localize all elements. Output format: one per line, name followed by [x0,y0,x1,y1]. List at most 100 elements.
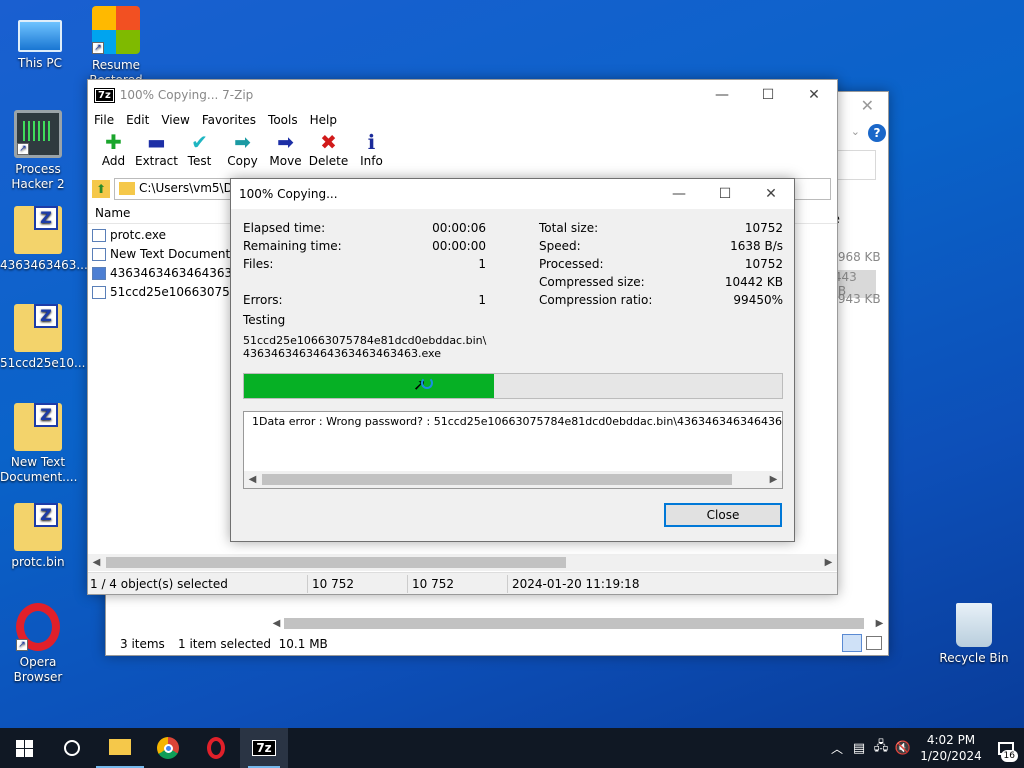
search-button[interactable] [48,728,96,768]
clock-time: 4:02 PM [926,733,976,747]
details-view-icon[interactable] [842,634,862,652]
stat-errors: Errors: 1 [243,291,486,309]
desktop-icon-new-text-doc[interactable]: Z New Text Document.... [0,403,77,485]
taskbar-opera[interactable] [192,728,240,768]
scroll-left-icon[interactable]: ◀ [268,615,285,632]
horizontal-scrollbar[interactable]: ◀ ▶ [88,554,837,571]
copy-button[interactable]: ➡ Copy [221,130,264,176]
stat-label: Compression ratio: [539,293,653,307]
left-stats: Elapsed time: 00:00:06 Remaining time: 00:… [243,219,486,309]
notifications-button[interactable]: 16 [988,728,1024,768]
move-arrow-icon: ➡ [277,130,294,154]
menu-favorites[interactable]: Favorites [202,113,256,127]
file-icon [92,286,106,299]
close-dialog-button[interactable]: Close [664,503,782,527]
dialog-title: 100% Copying... [239,187,338,201]
taskbar-chrome[interactable] [144,728,192,768]
check-icon: ✔ [191,130,208,154]
add-button[interactable]: ✚ Add [92,130,135,176]
scroll-right-icon[interactable]: ▶ [871,615,888,632]
chevron-down-icon[interactable]: ⌄ [851,125,860,138]
help-icon[interactable]: ? [868,124,886,142]
desktop-icon-recycle-bin[interactable]: Recycle Bin [936,603,1012,666]
minimize-button[interactable]: — [699,80,745,110]
horizontal-scrollbar[interactable]: ◀ ▶ [268,615,888,632]
taskbar-file-explorer[interactable] [96,728,144,768]
stat-label: Remaining time: [243,239,342,253]
close-button[interactable]: ✕ [791,80,837,110]
delete-x-icon: ✖ [320,130,337,154]
info-button[interactable]: ℹ Info [350,130,393,176]
dialog-titlebar[interactable]: 100% Copying... — ☐ ✕ [231,179,794,209]
scroll-right-icon[interactable]: ▶ [820,554,837,571]
keyboard-icon[interactable]: ▤ [848,741,870,756]
7zip-app-icon: 7z [252,740,276,756]
menu-file[interactable]: File [94,113,114,127]
current-path-line2: 4363463463464363463463463.exe [243,347,441,360]
menu-help[interactable]: Help [310,113,337,127]
desktop-icon-zip-1[interactable]: Z 4363463463... [0,206,88,273]
large-icons-view-icon[interactable] [866,636,882,650]
delete-button[interactable]: ✖ Delete [307,130,350,176]
desktop-icon-label: This PC [18,56,62,70]
close-button[interactable]: ✕ [748,179,794,209]
desktop-icon-protc-bin[interactable]: Z protc.bin [0,503,76,570]
desktop-icon-opera[interactable]: ↗ Opera Browser [0,603,76,685]
close-icon[interactable]: ✕ [861,96,874,115]
operation-label: Testing [243,313,286,327]
status-date: 2024-01-20 11:19:18 [512,576,640,591]
stat-label: Processed: [539,257,604,271]
chevron-up-icon[interactable]: ︿ [826,740,848,757]
scroll-thumb[interactable] [106,557,566,568]
stat-label: Total size: [539,221,599,235]
copy-progress-dialog[interactable]: 100% Copying... — ☐ ✕ Elapsed time: 00:00… [230,178,795,542]
up-folder-icon[interactable]: ⬆ [92,180,110,198]
test-button[interactable]: ✔ Test [178,130,221,176]
desktop-icon-label: 4363463463... [0,258,88,272]
start-button[interactable] [0,728,48,768]
menu-view[interactable]: View [161,113,189,127]
search-icon [64,740,80,756]
info-icon: ℹ [367,130,376,154]
maximize-button[interactable]: ☐ [702,179,748,209]
window-titlebar[interactable]: 7z 100% Copying... 7-Zip — ☐ ✕ [88,80,837,110]
info-button-label: Info [360,154,383,168]
network-icon[interactable]: 🖧 [870,737,892,759]
scroll-left-icon[interactable]: ◀ [88,554,105,571]
scroll-thumb[interactable] [284,618,864,629]
taskbar-7zip[interactable]: 7z [240,728,288,768]
error-message-list[interactable]: 1 Data error : Wrong password? : 51ccd25… [243,411,783,489]
horizontal-scrollbar[interactable]: ◀ ▶ [244,471,782,488]
maximize-button[interactable]: ☐ [745,80,791,110]
minimize-button[interactable]: — [656,179,702,209]
windows-logo-icon [15,739,33,757]
desktop-icon-this-pc[interactable]: This PC [2,10,78,71]
plus-icon: ✚ [105,130,122,154]
copy-arrow-icon: ➡ [234,130,251,154]
shield-app-icon: ↗ [92,6,140,54]
folder-icon [119,182,135,195]
taskbar: 7z ︿ ▤ 🖧 🔇 4:02 PM 1/20/2024 16 [0,728,1024,768]
search-box[interactable] [836,150,876,180]
volume-muted-icon[interactable]: 🔇 [892,741,914,756]
desktop-icon-process-hacker[interactable]: ↗ Process Hacker 2 [0,110,76,192]
error-text: Data error : Wrong password? : 51ccd25e1… [259,415,782,428]
scroll-right-icon[interactable]: ▶ [765,471,782,488]
desktop-icon-zip-2[interactable]: Z 51ccd25e10... [0,304,85,371]
system-tray: ︿ ▤ 🖧 🔇 4:02 PM 1/20/2024 16 [826,728,1024,768]
move-button[interactable]: ➡ Move [264,130,307,176]
desktop-icon-resume-restored[interactable]: ↗ Resume Restored [78,6,154,84]
extract-button[interactable]: ▬ Extract [135,130,178,176]
scroll-thumb[interactable] [262,474,732,485]
notification-count-badge: 16 [1000,750,1018,762]
stat-value: 00:00:00 [432,239,486,253]
status-packed-size: 10 752 [408,574,508,593]
scroll-left-icon[interactable]: ◀ [244,471,261,488]
clock[interactable]: 4:02 PM 1/20/2024 [914,732,988,764]
stat-label: Files: [243,257,274,271]
menu-edit[interactable]: Edit [126,113,149,127]
zip-archive-icon: Z [14,304,62,352]
error-message-row[interactable]: 1 Data error : Wrong password? : 51ccd25… [244,412,782,428]
stat-remaining: Remaining time: 00:00:00 [243,237,486,255]
menu-tools[interactable]: Tools [268,113,298,127]
